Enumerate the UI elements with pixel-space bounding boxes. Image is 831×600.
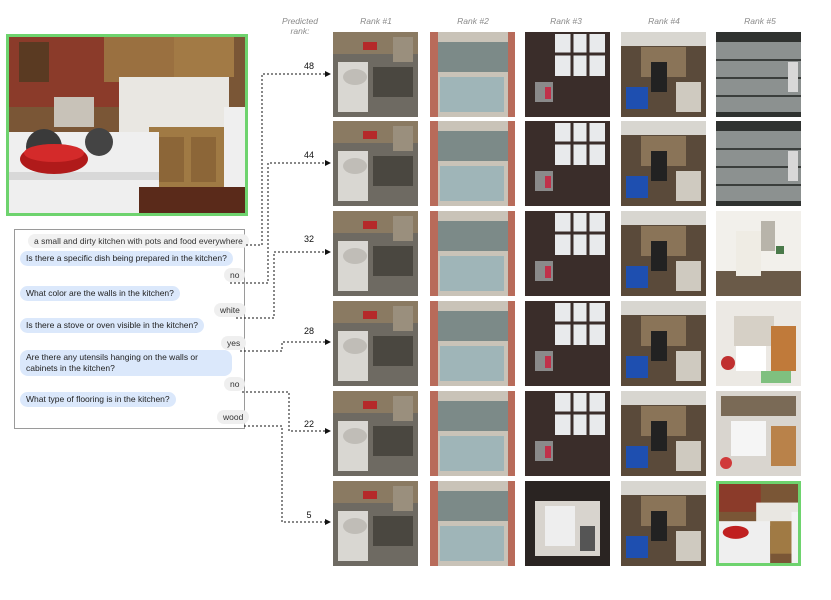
retrieved-image [716,32,801,117]
retrieved-image [333,211,418,296]
retrieved-image [621,32,706,117]
retrieved-image [716,301,801,386]
retrieved-image [430,301,515,386]
predicted-rank-value: 22 [303,419,314,429]
retrieved-image [430,481,515,566]
retrieved-image [430,211,515,296]
retrieved-image [621,391,706,476]
retrieved-image [716,211,801,296]
retrieved-image [525,32,610,117]
retrieved-image [525,481,610,566]
predicted-rank-value: 48 [303,61,314,71]
predicted-rank-value: 28 [303,326,314,336]
predicted-rank-value: 44 [303,150,314,160]
retrieved-image [333,481,418,566]
retrieved-image [716,121,801,206]
retrieved-image [525,211,610,296]
retrieved-image [430,121,515,206]
retrieved-image [621,211,706,296]
predicted-rank-value: 32 [303,234,314,244]
retrieved-image [333,121,418,206]
retrieved-image [621,481,706,566]
retrieved-image [621,301,706,386]
retrieved-image [430,391,515,476]
retrieved-image [333,301,418,386]
retrieved-image [525,121,610,206]
predicted-rank-value: 5 [306,510,312,520]
retrieved-image [525,301,610,386]
retrieved-image [716,391,801,476]
retrieved-image [621,121,706,206]
retrieved-image-target-match [716,481,801,566]
retrieved-image [333,32,418,117]
retrieved-image [430,32,515,117]
retrieved-image [333,391,418,476]
retrieved-image [525,391,610,476]
